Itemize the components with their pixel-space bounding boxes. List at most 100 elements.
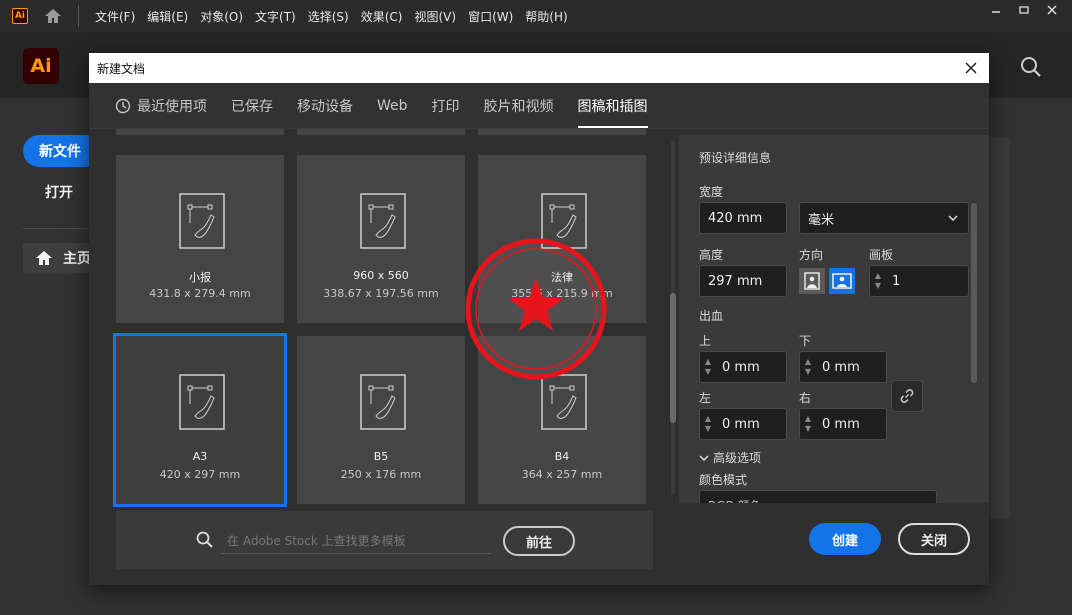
portrait-orientation-icon[interactable] <box>799 268 825 294</box>
bleed-left-label: 左 <box>699 391 712 405</box>
illustrator-logo: Ai <box>23 48 59 84</box>
menu-effect[interactable]: 效果(C) <box>361 8 403 25</box>
preset-size: 250 x 176 mm <box>340 468 422 481</box>
details-scrollbar[interactable] <box>971 175 977 500</box>
preset-name: 法律 <box>551 271 573 284</box>
menu-help[interactable]: 帮助(H) <box>525 8 567 25</box>
bleed-bottom-stepper[interactable]: ▲ ▼ 0 mm <box>799 351 887 383</box>
stepper-arrows-icon[interactable]: ▲ ▼ <box>700 352 716 382</box>
link-icon[interactable] <box>891 380 923 412</box>
preset-scrollbar[interactable] <box>669 133 677 503</box>
bleed-left-stepper[interactable]: ▲ ▼ 0 mm <box>699 408 787 440</box>
menu-object[interactable]: 对象(O) <box>200 8 243 25</box>
bleed-right-stepper[interactable]: ▲ ▼ 0 mm <box>799 408 887 440</box>
bleed-top-label: 上 <box>699 334 712 348</box>
document-icon <box>541 193 587 249</box>
preset-card[interactable]: 960 x 560 338.67 x 197.56 mm <box>297 155 465 323</box>
details-heading: 预设详细信息 <box>699 151 772 165</box>
orientation-label: 方向 <box>799 248 824 262</box>
bleed-right-value: 0 mm <box>822 416 860 432</box>
width-field[interactable]: 420 mm <box>699 202 787 234</box>
close-window-icon[interactable] <box>1040 0 1064 20</box>
preset-card[interactable]: B4 364 x 257 mm <box>478 336 646 504</box>
tab-saved-label: 已保存 <box>231 98 273 115</box>
clock-icon <box>115 98 131 113</box>
menu-separator <box>78 5 79 27</box>
preset-card[interactable]: 法律 355.6 x 215.9 mm <box>478 155 646 323</box>
preset-card-partial <box>116 129 284 135</box>
divider <box>23 228 93 229</box>
minimize-icon[interactable] <box>984 0 1008 20</box>
preset-grid: 小报 431.8 x 279.4 mm 960 x 560 338.67 x 1… <box>89 129 679 507</box>
go-button[interactable]: 前往 <box>503 526 575 556</box>
background-panel <box>990 138 1010 518</box>
tab-print[interactable]: 打印 <box>432 83 460 128</box>
preset-card[interactable]: 小报 431.8 x 279.4 mm <box>116 155 284 323</box>
preset-name: 小报 <box>189 271 211 284</box>
close-button[interactable]: 关闭 <box>898 523 970 555</box>
preset-card-partial <box>297 129 465 135</box>
open-button[interactable]: 打开 <box>45 182 73 202</box>
unit-select[interactable]: 毫米 <box>799 202 969 234</box>
bleed-label: 出血 <box>699 309 724 323</box>
preset-name: A3 <box>192 450 208 463</box>
home-icon <box>36 251 52 265</box>
document-icon <box>541 374 587 430</box>
preset-card-selected[interactable]: A3 420 x 297 mm <box>113 333 287 507</box>
landscape-orientation-icon[interactable] <box>829 268 855 294</box>
tab-saved[interactable]: 已保存 <box>231 83 273 128</box>
scroll-thumb[interactable] <box>971 203 977 383</box>
stepper-arrows-icon[interactable]: ▲ ▼ <box>870 266 886 296</box>
stock-search-bar: 在 Adobe Stock 上查找更多模板 前往 <box>116 511 653 569</box>
bleed-bottom-value: 0 mm <box>822 359 860 375</box>
stock-search-input[interactable]: 在 Adobe Stock 上查找更多模板 <box>221 528 491 554</box>
tab-web[interactable]: Web <box>377 83 408 128</box>
stepper-arrows-icon[interactable]: ▲ ▼ <box>800 409 816 439</box>
chevron-down-icon <box>699 454 709 461</box>
color-mode-label: 颜色模式 <box>699 473 748 487</box>
tab-print-label: 打印 <box>431 98 460 115</box>
bleed-left-value: 0 mm <box>722 416 760 432</box>
menu-edit[interactable]: 编辑(E) <box>147 8 188 25</box>
preset-name: B5 <box>373 450 389 463</box>
document-icon <box>360 193 406 249</box>
stepper-arrows-icon[interactable]: ▲ ▼ <box>700 409 716 439</box>
search-icon[interactable] <box>1020 56 1042 82</box>
tab-art-illustration[interactable]: 图稿和插图 <box>577 83 648 128</box>
tab-web-label: Web <box>377 97 408 114</box>
preset-size: 420 x 297 mm <box>159 468 241 481</box>
tab-film-video-label: 胶片和视频 <box>483 98 554 115</box>
advanced-options-toggle[interactable]: 高级选项 <box>699 449 761 466</box>
preset-details-panel: 预设详细信息 宽度 420 mm 毫米 高度 297 mm 方向 画板 ▲ ▼ 1… <box>679 135 989 518</box>
bleed-top-stepper[interactable]: ▲ ▼ 0 mm <box>699 351 787 383</box>
bleed-bottom-label: 下 <box>799 334 812 348</box>
preset-size: 338.67 x 197.56 mm <box>323 287 439 300</box>
preset-card[interactable]: B5 250 x 176 mm <box>297 336 465 504</box>
menu-file[interactable]: 文件(F) <box>95 8 135 25</box>
scroll-thumb[interactable] <box>670 293 676 423</box>
tab-mobile[interactable]: 移动设备 <box>297 83 353 128</box>
preset-name: 960 x 560 <box>353 269 409 282</box>
bleed-top-value: 0 mm <box>722 359 760 375</box>
artboards-label: 画板 <box>869 248 894 262</box>
tab-recent[interactable]: 最近使用项 <box>115 83 207 128</box>
menu-select[interactable]: 选择(S) <box>308 8 349 25</box>
tab-recent-label: 最近使用项 <box>137 98 207 115</box>
tab-film-video[interactable]: 胶片和视频 <box>484 83 554 128</box>
menu-type[interactable]: 文字(T) <box>255 8 296 25</box>
close-icon[interactable] <box>961 58 981 78</box>
advanced-options-label: 高级选项 <box>713 451 762 465</box>
artboards-stepper[interactable]: ▲ ▼ 1 <box>869 265 969 297</box>
menu-view[interactable]: 视图(V) <box>414 8 456 25</box>
maximize-icon[interactable] <box>1012 0 1036 20</box>
home-icon[interactable] <box>42 6 64 26</box>
stepper-arrows-icon[interactable]: ▲ ▼ <box>800 352 816 382</box>
dialog-title: 新建文档 <box>97 61 146 76</box>
menu-window[interactable]: 窗口(W) <box>468 8 513 25</box>
dialog-titlebar: 新建文档 <box>89 53 989 83</box>
tab-art-illustration-label: 图稿和插图 <box>577 98 648 115</box>
height-field[interactable]: 297 mm <box>699 265 787 297</box>
create-button[interactable]: 创建 <box>809 523 881 555</box>
search-icon <box>196 531 213 548</box>
menu-bar: Ai 文件(F) 编辑(E) 对象(O) 文字(T) 选择(S) 效果(C) 视… <box>0 0 1072 32</box>
